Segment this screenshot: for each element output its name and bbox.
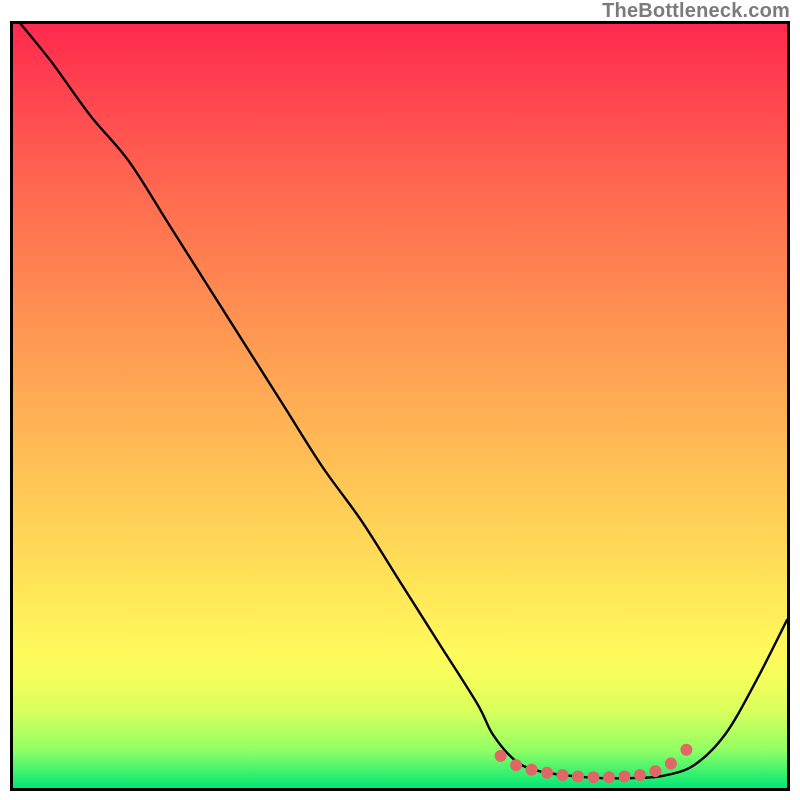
chart-frame bbox=[10, 21, 790, 791]
gradient-background bbox=[13, 24, 787, 788]
plot-area bbox=[10, 21, 790, 791]
watermark-text: TheBottleneck.com bbox=[602, 0, 790, 23]
